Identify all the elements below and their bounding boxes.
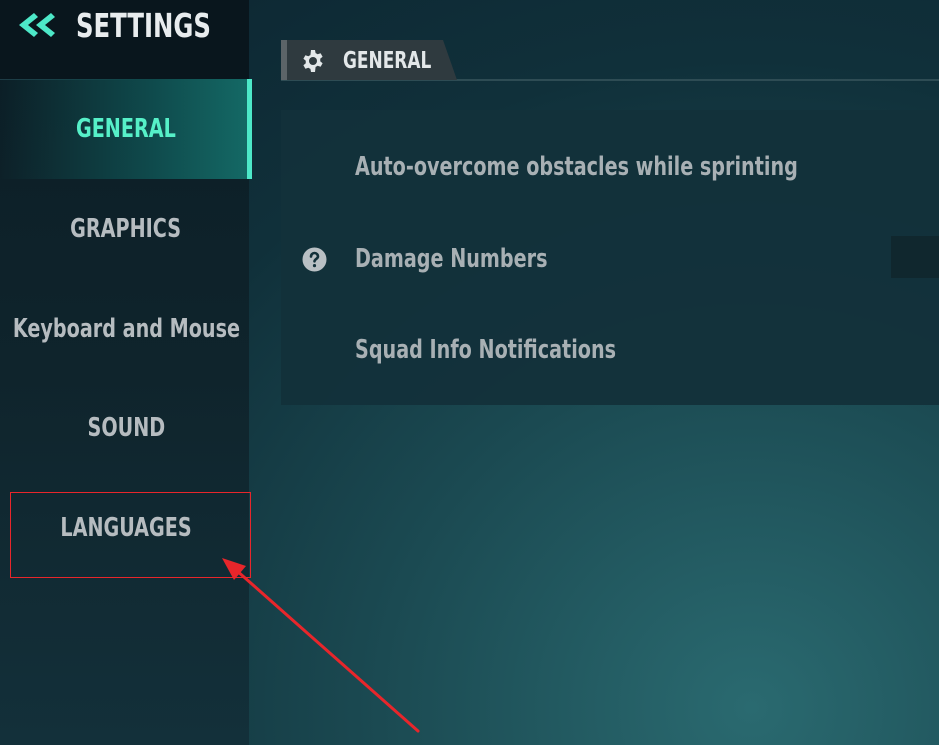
sidebar-item-keyboard-and-mouse[interactable]: Keyboard and Mouse	[0, 279, 252, 379]
sidebar-item-general[interactable]: GENERAL	[0, 79, 252, 179]
gear-icon	[303, 50, 323, 72]
setting-damage-numbers[interactable]: Damage Numbers	[355, 242, 548, 276]
annotation-highlight-box	[10, 492, 251, 578]
setting-squad-info-notifications[interactable]: Squad Info Notifications	[355, 333, 616, 367]
double-chevron-left-icon[interactable]	[14, 10, 60, 40]
settings-title: SETTINGS	[76, 6, 211, 45]
damage-numbers-value[interactable]	[891, 236, 939, 278]
sidebar: SETTINGS GENERAL GRAPHICS Keyboard and M…	[0, 0, 252, 745]
sidebar-item-label: GRAPHICS	[70, 214, 182, 244]
sidebar-item-label: Keyboard and Mouse	[12, 314, 240, 344]
tab-label: GENERAL	[343, 48, 432, 74]
settings-screen: SETTINGS GENERAL GRAPHICS Keyboard and M…	[0, 0, 939, 745]
sidebar-header: SETTINGS	[0, 0, 249, 80]
sidebar-item-label: SOUND	[87, 413, 165, 443]
sidebar-item-sound[interactable]: SOUND	[0, 378, 252, 478]
setting-auto-overcome-obstacles[interactable]: Auto-overcome obstacles while sprinting	[355, 150, 798, 184]
help-icon[interactable]	[302, 247, 327, 272]
tab-general[interactable]: GENERAL	[281, 40, 457, 80]
sidebar-item-graphics[interactable]: GRAPHICS	[0, 179, 252, 279]
sidebar-item-label: GENERAL	[76, 114, 176, 144]
